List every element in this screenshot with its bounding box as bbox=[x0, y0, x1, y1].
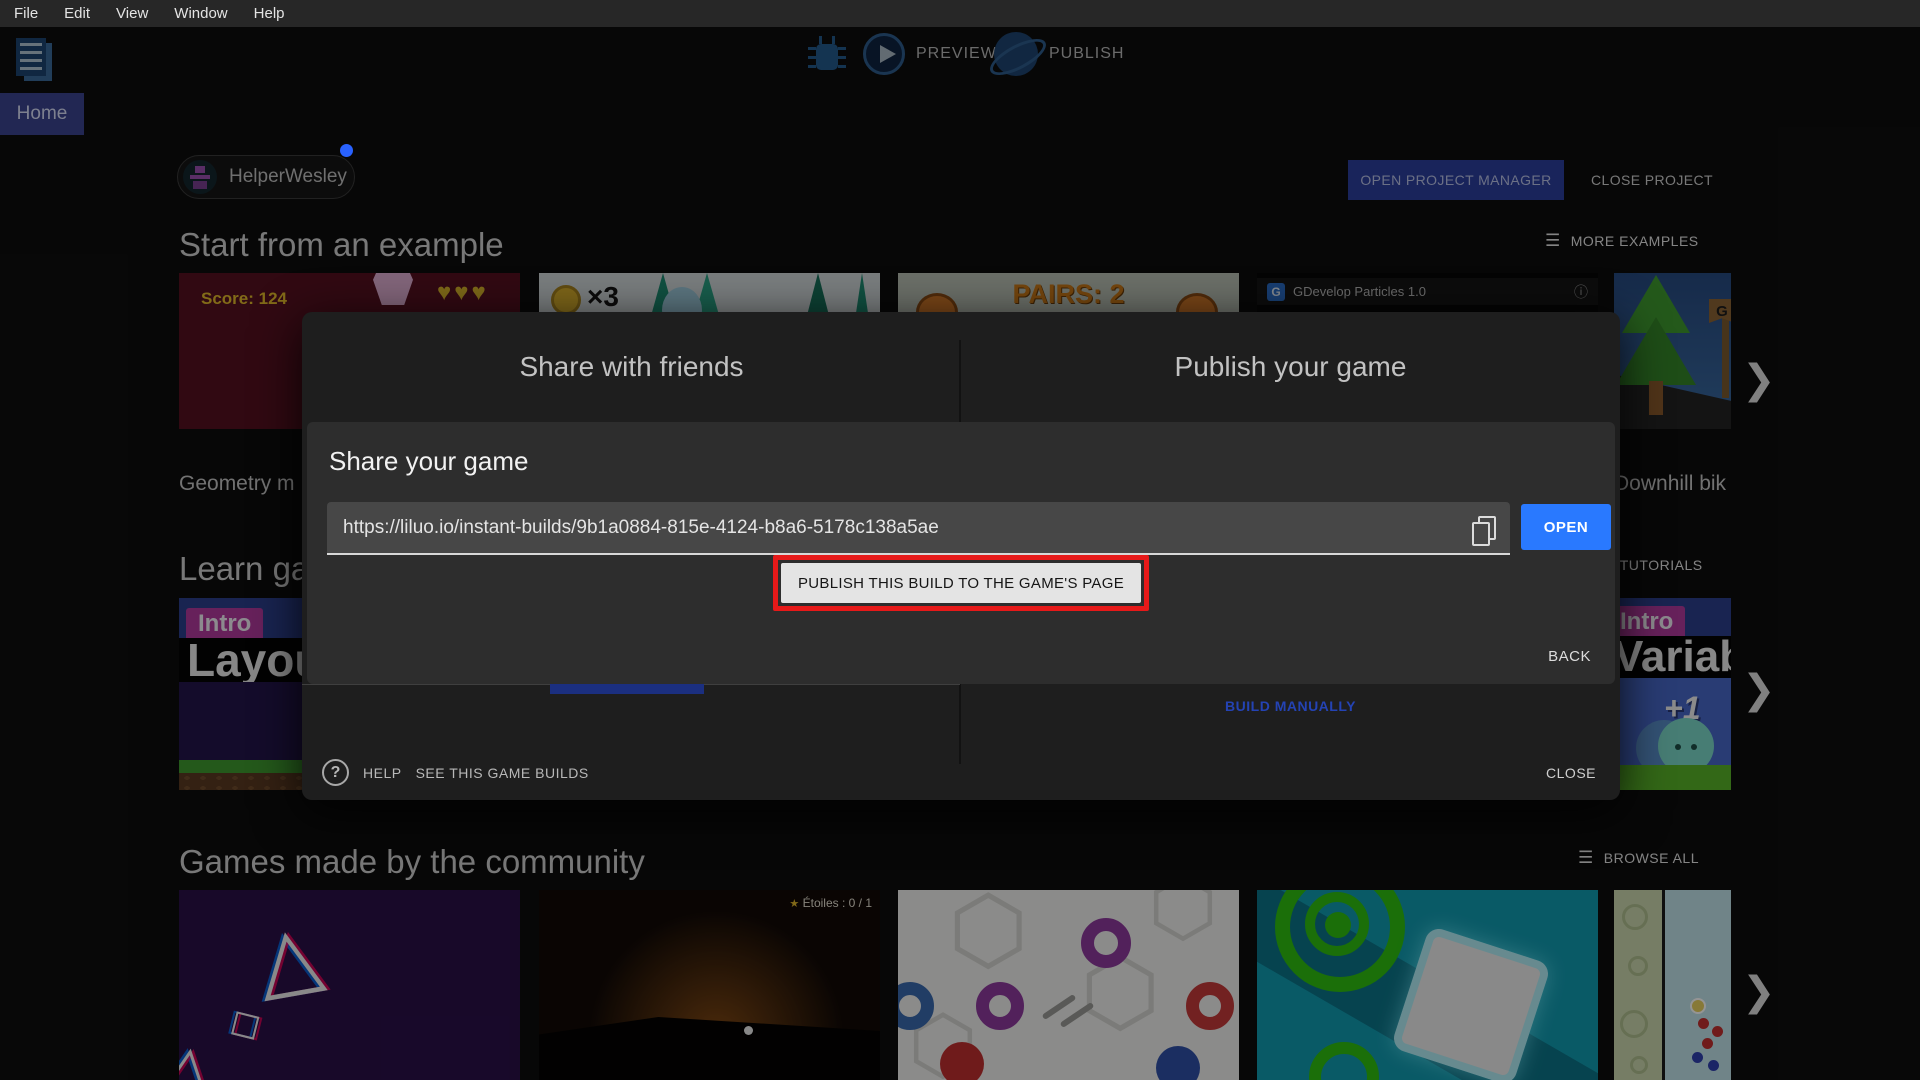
menu-bar: File Edit View Window Help bbox=[0, 0, 1920, 27]
menu-file[interactable]: File bbox=[14, 5, 38, 22]
share-your-game-panel: Share your game https://liluo.io/instant… bbox=[307, 422, 1615, 684]
build-url-field[interactable]: https://liluo.io/instant-builds/9b1a0884… bbox=[327, 502, 1510, 555]
publish-build-button[interactable]: PUBLISH THIS BUILD TO THE GAME'S PAGE bbox=[781, 563, 1141, 603]
panel-title: Share your game bbox=[329, 446, 529, 476]
gdevelop-window: File Edit View Window Help PREVIEW PUBLI… bbox=[0, 0, 1920, 1080]
tab-share-with-friends[interactable]: Share with friends bbox=[302, 312, 961, 422]
menu-window[interactable]: Window bbox=[174, 5, 227, 22]
close-dialog-button[interactable]: CLOSE bbox=[1546, 765, 1596, 781]
notification-dot bbox=[340, 144, 353, 157]
share-dialog-tabs: Share with friends Publish your game bbox=[302, 312, 1620, 422]
see-builds-link[interactable]: SEE THIS GAME BUILDS bbox=[416, 765, 589, 781]
selected-tab-indicator bbox=[550, 684, 704, 694]
copy-icon[interactable] bbox=[1472, 515, 1496, 546]
menu-edit[interactable]: Edit bbox=[64, 5, 90, 22]
menu-help[interactable]: Help bbox=[254, 5, 285, 22]
dialog-footer: ? HELP SEE THIS GAME BUILDS CLOSE bbox=[302, 745, 1620, 800]
build-url-value[interactable]: https://liluo.io/instant-builds/9b1a0884… bbox=[343, 517, 1478, 539]
help-link[interactable]: HELP bbox=[363, 765, 402, 781]
annotation-highlight-box: PUBLISH THIS BUILD TO THE GAME'S PAGE bbox=[773, 555, 1149, 611]
share-dialog: Share with friends Publish your game Sha… bbox=[302, 312, 1620, 800]
back-button[interactable]: BACK bbox=[1548, 648, 1591, 665]
build-manually-link[interactable]: BUILD MANUALLY bbox=[961, 698, 1620, 714]
help-icon[interactable]: ? bbox=[322, 759, 349, 786]
menu-view[interactable]: View bbox=[116, 5, 148, 22]
open-url-button[interactable]: OPEN bbox=[1521, 504, 1611, 550]
tab-publish-your-game[interactable]: Publish your game bbox=[961, 312, 1620, 422]
